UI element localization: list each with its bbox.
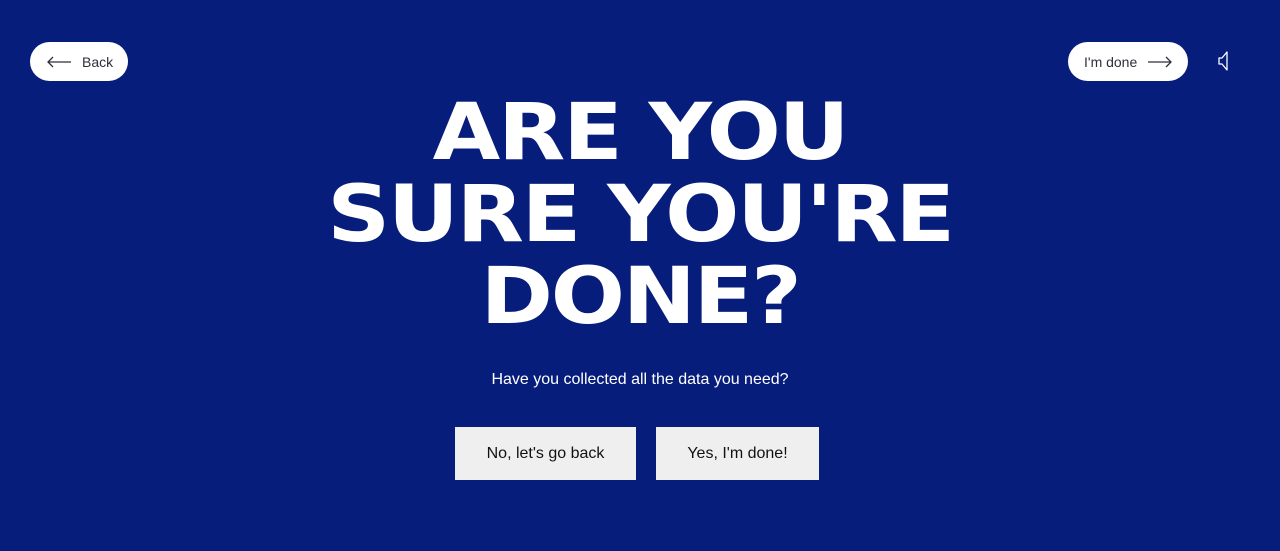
page-title: ARE YOU SURE YOU'RE DONE? <box>0 92 1280 338</box>
title-line-1: ARE YOU <box>432 88 850 178</box>
title-line-2: SURE YOU'RE <box>327 170 955 260</box>
confirm-done-button[interactable]: Yes, I'm done! <box>656 427 819 480</box>
arrow-left-icon <box>46 56 72 68</box>
im-done-label: I'm done <box>1084 53 1138 70</box>
im-done-button[interactable]: I'm done <box>1068 42 1188 81</box>
go-back-button[interactable]: No, let's go back <box>455 427 636 480</box>
arrow-right-icon <box>1147 56 1173 68</box>
go-back-label: No, let's go back <box>486 444 605 462</box>
subtitle: Have you collected all the data you need… <box>491 371 789 388</box>
back-label: Back <box>82 53 114 70</box>
speaker-icon[interactable] <box>1216 50 1232 72</box>
title-line-3: DONE? <box>480 252 801 342</box>
confirm-done-label: Yes, I'm done! <box>687 444 788 462</box>
back-button[interactable]: Back <box>30 42 128 81</box>
